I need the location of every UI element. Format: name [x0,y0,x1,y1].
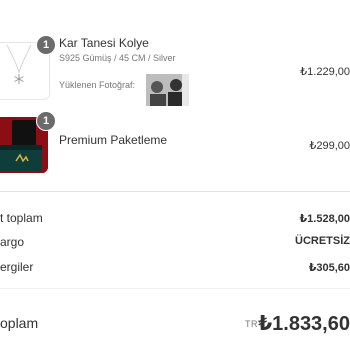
item-variant: S925 Gümüş / 45 CM / Silver [59,53,176,63]
taxes-value: ₺305,60 [308,262,350,274]
uploaded-photo-thumbnail[interactable] [146,74,189,106]
quantity-badge: 1 [36,35,56,55]
divider [0,288,350,289]
item-price: ₺1.229,00 [300,66,350,78]
subtotal-value: ₺1.528,00 [299,213,350,225]
taxes-label: ergiler [0,260,34,274]
subtotal-label: t toplam [0,211,43,225]
uploaded-photo-label: Yüklenen Fotoğraf: [59,80,136,90]
total-value: ₺1.833,60 [258,313,350,335]
item-title: Premium Paketleme [59,133,168,147]
quantity-badge: 1 [36,111,56,131]
item-title: Kar Tanesi Kolye [59,36,149,50]
total-label: oplam [0,315,39,331]
shipping-value: ÜCRETSİZ [295,235,350,247]
item-price: ₺299,00 [309,140,350,152]
shipping-label: argo [0,235,25,249]
photo-icon [146,74,189,106]
divider [0,191,350,192]
